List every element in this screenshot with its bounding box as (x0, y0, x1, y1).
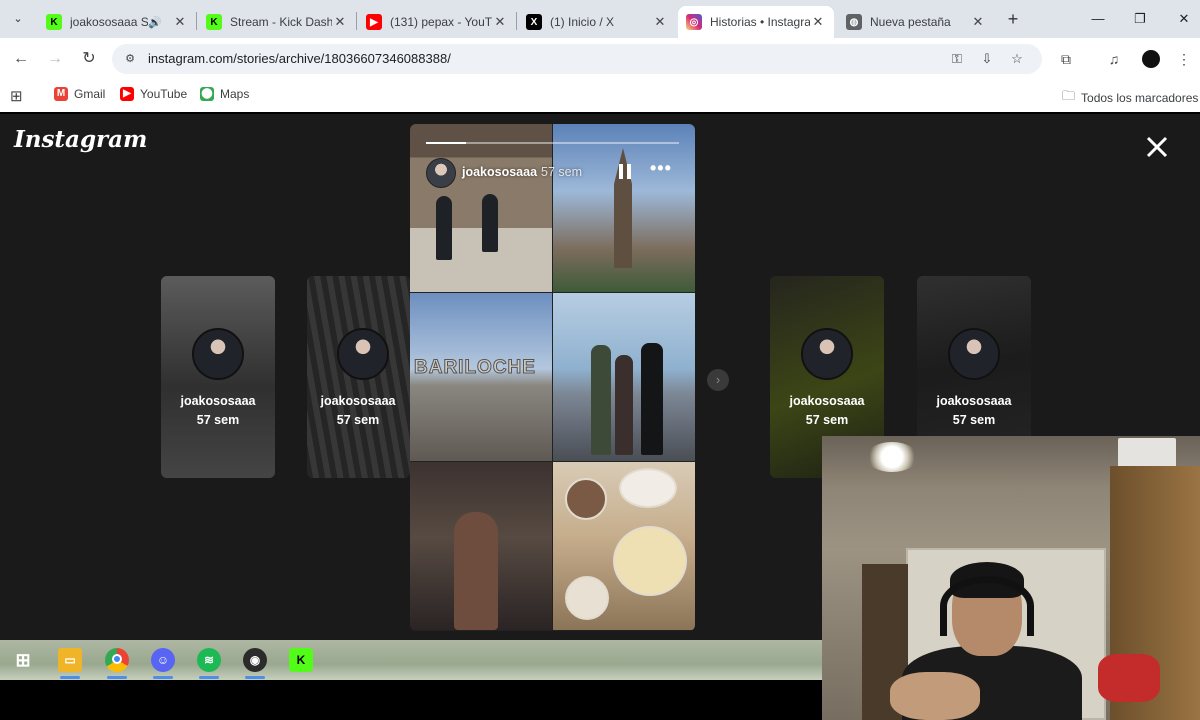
headset-graphic (940, 576, 1034, 636)
kick-icon[interactable]: K (289, 648, 313, 672)
windows-taskbar: ⊞ ▭ ☺ ≋ ◉ K (0, 640, 822, 680)
tab-separator (196, 12, 197, 30)
address-toolbar: ← → ↻ ⚙ instagram.com/stories/archive/18… (0, 38, 1200, 80)
media-control-icon[interactable]: ♫ (1104, 49, 1124, 69)
tab-instagram[interactable]: ◎ Historias • Instagram ✕ (678, 6, 834, 38)
close-tab-icon[interactable]: ✕ (492, 14, 508, 30)
story-author-avatar[interactable] (426, 158, 456, 188)
restore-button[interactable]: ❐ (1128, 8, 1152, 30)
password-key-icon[interactable]: ⚿ (948, 51, 966, 67)
gmail-icon: M (54, 87, 68, 101)
maps-icon: ⬤ (200, 87, 214, 101)
extensions-icon[interactable]: ⧉ (1056, 49, 1076, 69)
story-progress-fill (426, 142, 467, 144)
current-story[interactable]: BARILOCHE joakososaaa 57 sem ••• (410, 124, 695, 631)
instagram-icon: ◎ (686, 14, 702, 30)
x-icon: X (526, 14, 542, 30)
globe-icon: ◍ (846, 14, 862, 30)
tab-search-button[interactable]: ⌄ (8, 9, 28, 29)
tab-youtube[interactable]: ▶ (131) pepax - YouTube ✕ (358, 6, 516, 38)
story-progress-bar (426, 142, 679, 144)
avatar (192, 328, 244, 380)
story-photo-doorway (410, 124, 552, 292)
story-photo-bariloche-sign: BARILOCHE (410, 293, 552, 461)
story-photo-store (410, 462, 552, 630)
tab-separator (516, 12, 517, 30)
pause-icon[interactable] (619, 164, 633, 180)
story-timestamp: 57 sem (541, 165, 582, 179)
youtube-icon: ▶ (120, 87, 134, 101)
instagram-logo[interactable]: Instagram (14, 126, 147, 153)
spotify-icon[interactable]: ≋ (197, 648, 221, 672)
chrome-menu-icon[interactable]: ⋮ (1174, 49, 1194, 69)
story-author-username[interactable]: joakososaaa (462, 165, 537, 179)
close-viewer-icon[interactable] (1142, 132, 1172, 162)
next-story-arrow-icon[interactable]: › (707, 369, 729, 391)
forward-button[interactable]: → (44, 48, 66, 70)
bookmark-maps[interactable]: ⬤ Maps (200, 87, 249, 101)
close-tab-icon[interactable]: ✕ (172, 14, 188, 30)
more-options-icon[interactable]: ••• (650, 159, 672, 180)
bookmarks-bar: ⊞ M Gmail ▶ YouTube ⬤ Maps 🗀 Todos los m… (0, 80, 1200, 112)
avatar (337, 328, 389, 380)
all-bookmarks-folder[interactable]: 🗀 Todos los marcadores (1062, 87, 1198, 109)
new-tab-button[interactable]: + (1003, 9, 1023, 29)
apps-grid-icon[interactable]: ⊞ (10, 87, 23, 105)
webcam-overlay (822, 436, 1200, 720)
story-preview-prev-1[interactable]: joakososaaa 57 sem (307, 276, 410, 478)
site-info-icon[interactable]: ⚙ (122, 51, 138, 67)
url-text[interactable]: instagram.com/stories/archive/1803660734… (148, 51, 451, 66)
minimize-button[interactable]: — (1086, 8, 1110, 30)
kick-icon: K (46, 14, 62, 30)
folder-icon: 🗀 (1062, 88, 1076, 103)
story-photo-lake-group (553, 293, 695, 461)
close-tab-icon[interactable]: ✕ (332, 14, 348, 30)
windows-start-icon[interactable]: ⊞ (11, 648, 35, 672)
story-photo-cafe (553, 462, 695, 630)
close-tab-icon[interactable]: ✕ (970, 14, 986, 30)
window-close-button[interactable]: ✕ (1172, 8, 1196, 30)
reload-button[interactable]: ↻ (78, 48, 100, 70)
close-tab-icon[interactable]: ✕ (652, 14, 668, 30)
story-photo-cathedral (553, 124, 695, 292)
tab-kick-stream[interactable]: K joakososaaa Stream 🔊 ✕ (38, 6, 196, 38)
tab-new-tab[interactable]: ◍ Nueva pestaña ✕ (838, 6, 994, 38)
bookmark-youtube[interactable]: ▶ YouTube (120, 87, 187, 101)
discord-icon[interactable]: ☺ (151, 648, 175, 672)
chrome-icon[interactable] (105, 648, 129, 672)
tab-kick-dashboard[interactable]: K Stream - Kick Dashboard ✕ (198, 6, 356, 38)
avatar (948, 328, 1000, 380)
back-button[interactable]: ← (10, 48, 32, 70)
install-app-icon[interactable]: ⇩ (978, 51, 996, 67)
story-preview-prev-2[interactable]: joakososaaa 57 sem (161, 276, 275, 478)
tab-separator (356, 12, 357, 30)
obs-icon[interactable]: ◉ (243, 648, 267, 672)
tab-x[interactable]: X (1) Inicio / X ✕ (518, 6, 676, 38)
screen-bottom-strip (0, 680, 822, 720)
bookmark-star-icon[interactable]: ☆ (1008, 51, 1026, 67)
url-bar[interactable]: ⚙ instagram.com/stories/archive/18036607… (112, 44, 1042, 74)
file-explorer-icon[interactable]: ▭ (58, 648, 82, 672)
kick-icon: K (206, 14, 222, 30)
close-tab-icon[interactable]: ✕ (810, 14, 826, 30)
profile-avatar[interactable] (1142, 50, 1160, 68)
tab-strip: ⌄ K joakososaaa Stream 🔊 ✕ K Stream - Ki… (0, 0, 1200, 38)
youtube-icon: ▶ (366, 14, 382, 30)
speaker-icon[interactable]: 🔊 (148, 16, 162, 29)
bookmark-gmail[interactable]: M Gmail (54, 87, 105, 101)
avatar (801, 328, 853, 380)
